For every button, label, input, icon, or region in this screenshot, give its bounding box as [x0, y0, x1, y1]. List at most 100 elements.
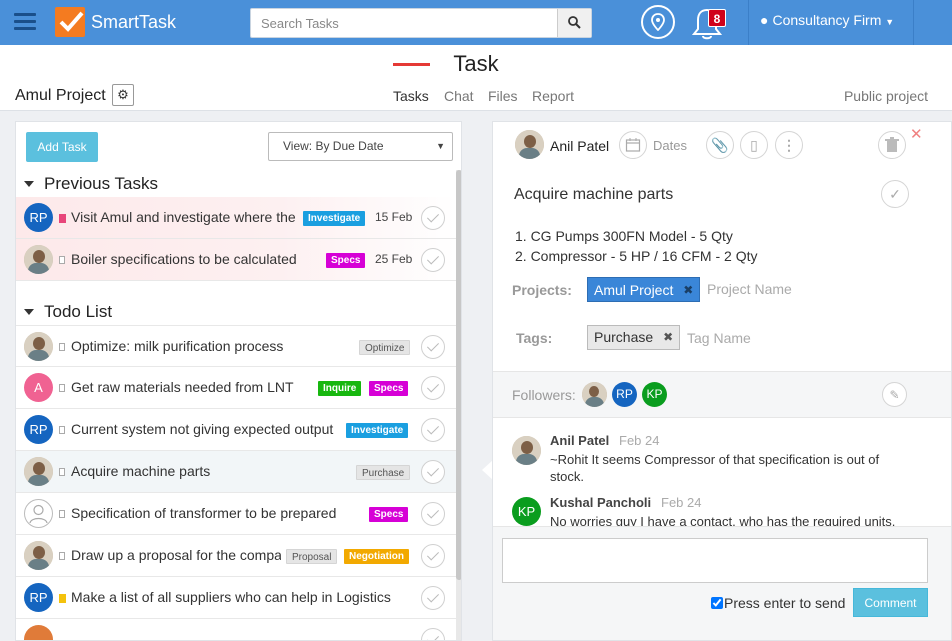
attach-button[interactable]: 📎	[706, 131, 734, 159]
tag-badge[interactable]: Negotiation	[344, 549, 409, 564]
complete-check-button[interactable]	[421, 502, 445, 526]
tag-badge[interactable]: Specs	[326, 253, 366, 268]
task-detail-title[interactable]: Acquire machine parts	[514, 186, 673, 204]
section-todo-list[interactable]: Todo List	[22, 302, 112, 322]
tag-badge[interactable]: Investigate	[303, 211, 366, 226]
task-row-selected[interactable]: Acquire machine parts Purchase	[16, 451, 456, 493]
delete-button[interactable]	[878, 131, 906, 159]
complete-check-button[interactable]	[421, 335, 445, 359]
complete-check-button[interactable]	[421, 376, 445, 400]
task-row[interactable]: Draw up a proposal for the compa Proposa…	[16, 535, 456, 577]
comment-avatar[interactable]	[512, 436, 541, 465]
due-date[interactable]: 15 Feb	[375, 210, 412, 224]
task-row[interactable]: Specification of transformer to be prepa…	[16, 493, 456, 535]
mobile-button[interactable]: ▯	[740, 131, 768, 159]
avatar[interactable]	[24, 332, 53, 361]
project-settings-button[interactable]: ⚙	[112, 84, 134, 106]
tab-files[interactable]: Files	[488, 88, 518, 104]
tag-name-input[interactable]	[687, 330, 847, 346]
assignee-name[interactable]: Anil Patel	[550, 138, 609, 154]
task-title[interactable]: Optimize: milk purification process	[71, 338, 356, 354]
project-visibility[interactable]: Public project	[844, 88, 928, 104]
comment-author[interactable]: Anil Patel	[550, 433, 609, 448]
task-row[interactable]: Optimize: milk purification process Opti…	[16, 325, 456, 367]
comment-button[interactable]: Comment	[853, 588, 928, 617]
tab-tasks[interactable]: Tasks	[393, 88, 429, 104]
avatar[interactable]: RP	[24, 415, 53, 444]
task-row[interactable]: A Get raw materials needed from LNT Inqu…	[16, 367, 456, 409]
remove-project-icon[interactable]: ✖	[683, 278, 693, 302]
task-title[interactable]: Visit Amul and investigate where the	[71, 209, 299, 225]
task-description[interactable]: 1. CG Pumps 300FN Model - 5 Qty 2. Compr…	[515, 226, 757, 266]
follower-avatar[interactable]	[582, 382, 607, 407]
task-title[interactable]: Acquire machine parts	[71, 463, 341, 479]
follower-avatar[interactable]: KP	[642, 382, 667, 407]
task-list-scrollbar[interactable]	[456, 170, 461, 640]
comment-author[interactable]: Kushal Pancholi	[550, 495, 651, 510]
tag-badge[interactable]: Inquire	[318, 381, 362, 396]
smarttask-logo-icon[interactable]	[55, 7, 85, 37]
task-row[interactable]: Boiler specifications to be calculated S…	[16, 239, 456, 281]
dates-label[interactable]: Dates	[653, 138, 687, 153]
avatar[interactable]: A	[24, 373, 53, 402]
tag-chip[interactable]: Purchase ✖	[587, 325, 681, 350]
task-row[interactable]: RP Make a list of all suppliers who can …	[16, 577, 456, 619]
tag-badge[interactable]: Investigate	[346, 423, 409, 438]
task-title[interactable]: Make a list of all suppliers who can hel…	[71, 589, 411, 605]
avatar[interactable]	[24, 245, 53, 274]
mark-complete-button[interactable]: ✓	[881, 180, 909, 208]
edit-followers-button[interactable]: ✎	[882, 382, 907, 407]
avatar[interactable]: RP	[24, 203, 53, 232]
more-options-button[interactable]: ⋮	[775, 131, 803, 159]
remove-tag-icon[interactable]: ✖	[663, 326, 673, 349]
close-icon[interactable]: ✕	[910, 125, 923, 143]
complete-check-button[interactable]	[421, 206, 445, 230]
project-chip[interactable]: Amul Project ✖	[587, 277, 701, 302]
complete-check-button[interactable]	[421, 460, 445, 484]
unassigned-user-icon[interactable]	[24, 499, 53, 528]
organization-dropdown[interactable]: ● Consultancy Firm ▼	[760, 12, 894, 28]
search-button[interactable]	[557, 9, 591, 37]
tag-badge[interactable]: Specs	[369, 381, 409, 396]
complete-check-button[interactable]	[421, 628, 445, 640]
follower-avatar[interactable]: RP	[612, 382, 637, 407]
location-button[interactable]	[641, 5, 675, 39]
brand-name[interactable]: SmartTask	[91, 12, 176, 33]
press-enter-checkbox[interactable]	[711, 597, 723, 609]
task-row[interactable]: RP Visit Amul and investigate where the …	[16, 197, 456, 239]
avatar[interactable]	[24, 457, 53, 486]
assignee-avatar[interactable]	[515, 130, 544, 159]
comment-input[interactable]	[502, 538, 928, 583]
due-date[interactable]: 25 Feb	[375, 252, 412, 266]
complete-check-button[interactable]	[421, 586, 445, 610]
tab-chat[interactable]: Chat	[444, 88, 474, 104]
tab-report[interactable]: Report	[532, 88, 574, 104]
task-title[interactable]: Current system not giving expected outpu…	[71, 421, 343, 437]
hamburger-menu-icon[interactable]	[14, 13, 36, 31]
avatar[interactable]	[24, 625, 53, 640]
calendar-button[interactable]	[619, 131, 647, 159]
search-input[interactable]	[251, 9, 558, 37]
add-task-button[interactable]: Add Task	[26, 132, 98, 162]
press-enter-label[interactable]: Press enter to send	[724, 595, 845, 611]
task-title[interactable]: Boiler specifications to be calculated	[71, 251, 321, 267]
complete-check-button[interactable]	[421, 248, 445, 272]
project-name-input[interactable]	[707, 281, 867, 297]
avatar[interactable]	[24, 541, 53, 570]
task-row[interactable]: RP Current system not giving expected ou…	[16, 409, 456, 451]
task-title[interactable]: Specification of transformer to be prepa…	[71, 505, 361, 521]
complete-check-button[interactable]	[421, 418, 445, 442]
task-row[interactable]	[16, 619, 456, 640]
tag-badge[interactable]: Optimize	[359, 340, 411, 355]
tag-badge[interactable]: Specs	[369, 507, 409, 522]
section-previous-tasks[interactable]: Previous Tasks	[22, 174, 158, 194]
complete-check-button[interactable]	[421, 544, 445, 568]
task-title[interactable]: Get raw materials needed from LNT	[71, 379, 316, 395]
view-select[interactable]: View: By Due Date ▼	[268, 132, 453, 161]
avatar[interactable]: RP	[24, 583, 53, 612]
task-title[interactable]: Draw up a proposal for the compa	[71, 547, 281, 563]
tag-badge[interactable]: Purchase	[356, 465, 411, 480]
tag-badge[interactable]: Proposal	[286, 549, 338, 564]
comment-avatar[interactable]: KP	[512, 497, 541, 526]
scrollbar-thumb[interactable]	[456, 170, 461, 580]
